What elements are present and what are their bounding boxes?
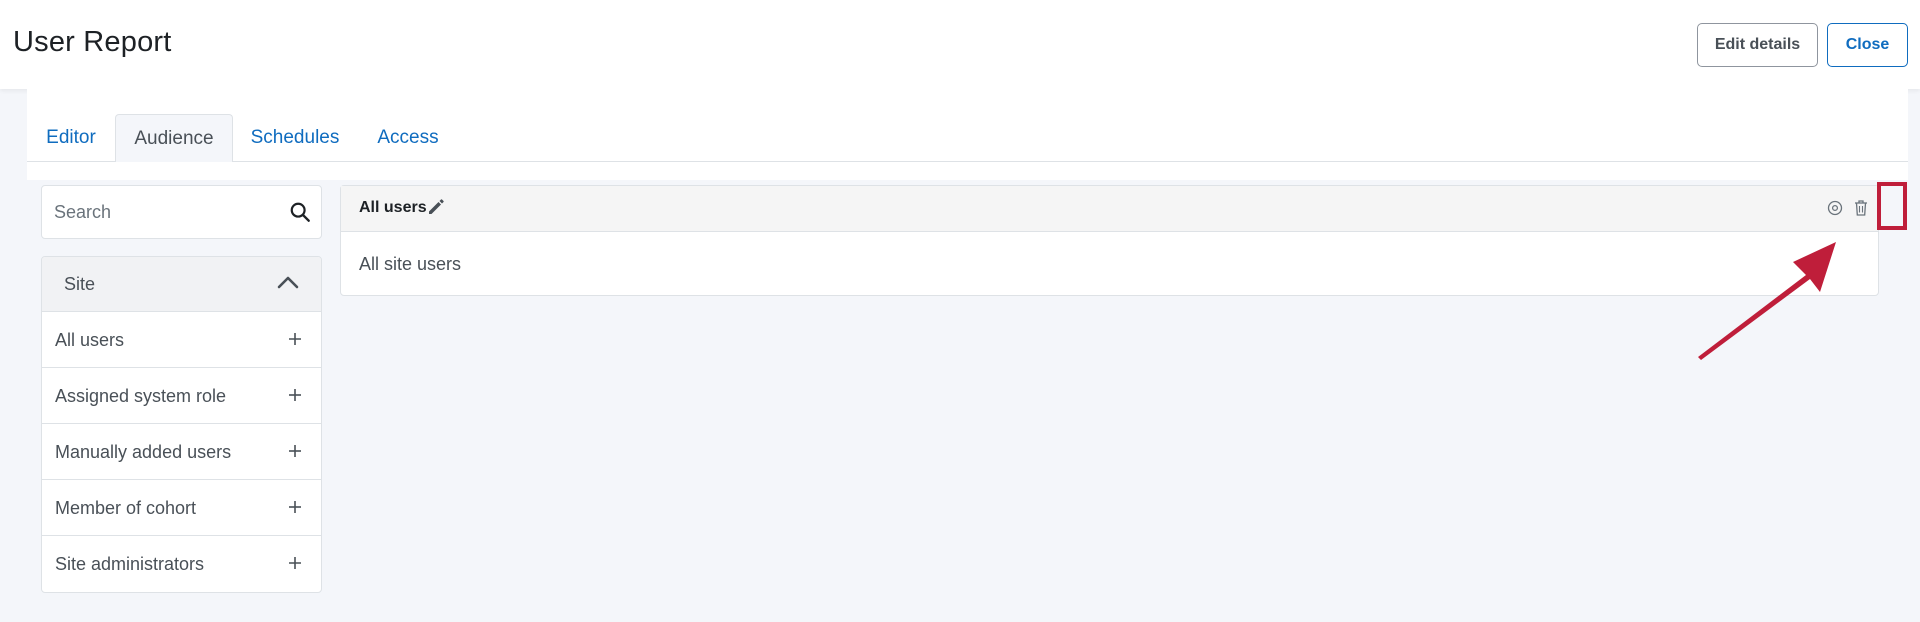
tab-schedules[interactable]: Schedules (240, 114, 350, 161)
sidebar-item-label: Site administrators (55, 554, 205, 574)
pencil-icon[interactable] (426, 197, 446, 217)
tab-access[interactable]: Access (366, 114, 450, 161)
visibility-icon[interactable] (1826, 199, 1844, 217)
plus-icon[interactable] (287, 555, 303, 571)
search-input[interactable] (43, 187, 273, 237)
close-button[interactable]: Close (1827, 23, 1908, 67)
tab-editor[interactable]: Editor (30, 114, 112, 161)
plus-icon[interactable] (287, 387, 303, 403)
edit-details-button[interactable]: Edit details (1697, 23, 1818, 67)
sidebar-item-label: Member of cohort (55, 498, 197, 518)
page-title: User Report (13, 26, 172, 58)
sidebar-item-site-administrators[interactable]: Site administrators (42, 536, 321, 592)
sidebar-item-all-users[interactable]: All users (42, 312, 321, 368)
plus-icon[interactable] (287, 331, 303, 347)
chevron-up-icon (277, 276, 299, 289)
search-box (41, 185, 322, 239)
audience-card-description: All site users (359, 254, 462, 274)
sidebar-item-label: All users (55, 330, 125, 350)
audience-card-title: All users (359, 199, 427, 216)
site-section-header[interactable]: Site (42, 257, 321, 312)
site-section-label: Site (64, 274, 96, 294)
plus-icon[interactable] (287, 499, 303, 515)
sidebar-item-label: Assigned system role (55, 386, 227, 406)
site-panel: Site All users Assigned system role Manu… (41, 256, 322, 593)
tabs-divider (27, 161, 1908, 162)
arrow-icon (1698, 242, 1836, 360)
plus-icon[interactable] (287, 443, 303, 459)
sidebar-item-label: Manually added users (55, 442, 232, 462)
page-header: User Report Edit details Close (0, 0, 1920, 89)
trash-icon[interactable] (1852, 198, 1870, 218)
sidebar-item-assigned-system-role[interactable]: Assigned system role (42, 368, 321, 424)
highlight-box (1877, 182, 1907, 230)
audience-card-header: All users (341, 186, 1878, 232)
tab-audience[interactable]: Audience (115, 114, 233, 162)
sidebar-item-manually-added-users[interactable]: Manually added users (42, 424, 321, 480)
search-icon[interactable] (289, 201, 311, 223)
audience-card: All users All site users (340, 185, 1879, 296)
sidebar-item-member-of-cohort[interactable]: Member of cohort (42, 480, 321, 536)
